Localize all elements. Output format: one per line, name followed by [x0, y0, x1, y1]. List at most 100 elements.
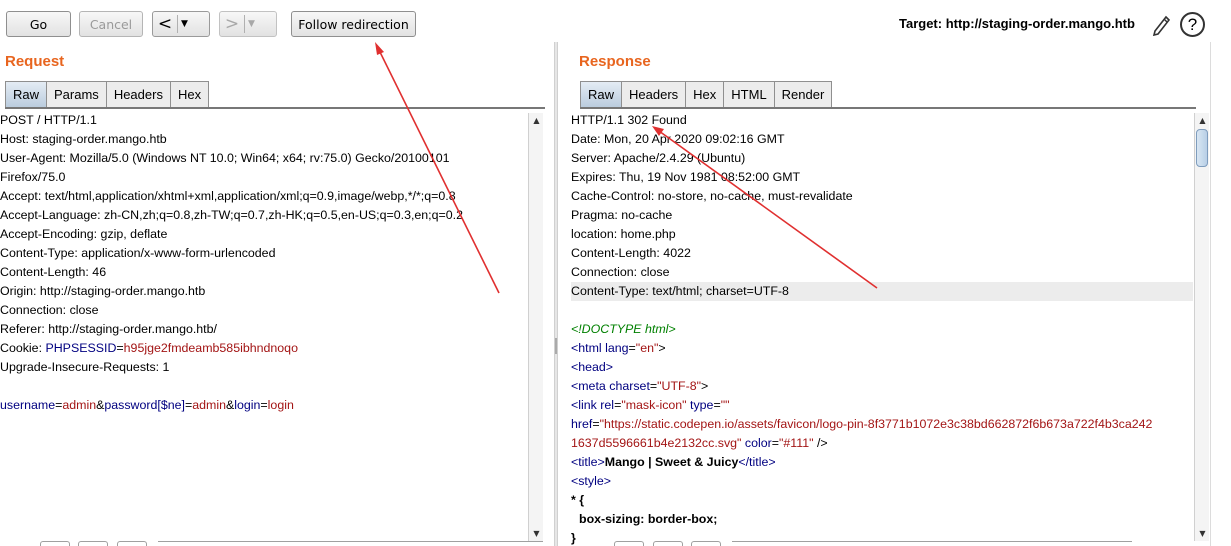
response-tab-raw[interactable]: Raw — [580, 81, 623, 108]
response-search-control[interactable] — [653, 541, 683, 546]
cancel-button[interactable]: Cancel — [79, 11, 143, 37]
param-name: login — [234, 398, 261, 412]
response-editor[interactable]: HTTP/1.1 302 Found Date: Mon, 20 Apr 202… — [571, 111, 1193, 546]
param-name: username — [0, 398, 56, 412]
response-tabs: Raw Headers Hex HTML Render — [580, 81, 833, 108]
go-button[interactable]: Go — [6, 11, 71, 37]
request-tab-params[interactable]: Params — [46, 81, 107, 108]
response-line: Content-Length: 4022 — [571, 246, 691, 260]
param-equals: = — [260, 398, 268, 412]
help-glyph: ? — [1187, 15, 1198, 34]
request-panel-title: Request — [5, 53, 65, 70]
href-value-part2: 1637d5596661b4e2132cc.svg" — [571, 436, 742, 450]
link-rel-value: "mask-icon" — [621, 398, 687, 412]
response-search-field[interactable] — [732, 541, 1132, 546]
request-body-line: username=admin&password[$ne]=admin&login… — [0, 396, 527, 415]
style-tag-line: <style> — [571, 474, 611, 488]
request-line: Connection: close — [0, 303, 99, 317]
back-arrow-icon: < — [157, 14, 173, 34]
response-tab-render[interactable]: Render — [773, 81, 833, 108]
request-search-control[interactable] — [78, 541, 108, 546]
html-attr: lang — [605, 341, 629, 355]
request-search-control[interactable] — [40, 541, 70, 546]
color-value: "#111" — [779, 436, 814, 450]
param-separator: & — [225, 398, 235, 412]
link-tag: <link — [571, 398, 597, 412]
response-line: Connection: close — [571, 265, 670, 279]
self-close: /> — [813, 436, 828, 450]
edit-target-pencil-icon[interactable] — [1151, 12, 1173, 36]
request-line: Content-Type: application/x-www-form-url… — [0, 246, 276, 260]
request-line: Accept-Language: zh-CN,zh;q=0.8,zh-TW;q=… — [0, 208, 463, 222]
request-line: Firefox/75.0 — [0, 170, 66, 184]
link-href-line: href="https://static.codepen.io/assets/f… — [571, 417, 1153, 431]
cancel-button-label: Cancel — [89, 16, 133, 32]
html-tag-line: <html lang="en"> — [571, 341, 666, 355]
request-line: POST / HTTP/1.1 — [0, 113, 97, 127]
html-attr-value: "en" — [635, 341, 659, 355]
forward-history-dropdown-icon[interactable]: ▼ — [244, 15, 258, 33]
link-rel-attr: rel — [600, 398, 615, 412]
burp-repeater-window: Go Cancel < ▼ > ▼ Follow redirection Tar… — [0, 0, 1231, 546]
request-editor[interactable]: POST / HTTP/1.1 Host: staging-order.mang… — [0, 111, 527, 415]
request-tab-headers[interactable]: Headers — [105, 81, 171, 108]
html-tag: <html — [571, 341, 602, 355]
response-tab-html[interactable]: HTML — [723, 81, 775, 108]
cookie-value: h95jge2fmdeamb585ibhndnoqo — [123, 341, 298, 355]
follow-redirection-label: Follow redirection — [298, 16, 409, 32]
back-history-dropdown-icon[interactable]: ▼ — [177, 15, 191, 33]
color-attr: color — [744, 436, 772, 450]
response-line: Pragma: no-cache — [571, 208, 673, 222]
help-icon[interactable]: ? — [1180, 12, 1205, 37]
request-line: Origin: http://staging-order.mango.htb — [0, 284, 206, 298]
response-line: Expires: Thu, 19 Nov 1981 08:52:00 GMT — [571, 170, 801, 184]
follow-redirection-button[interactable]: Follow redirection — [291, 11, 416, 37]
right-edge-strip — [1210, 42, 1231, 546]
response-tab-headers[interactable]: Headers — [621, 81, 687, 108]
scroll-down-arrow-icon[interactable]: ▼ — [529, 526, 544, 541]
back-button[interactable]: < ▼ — [152, 11, 210, 37]
response-line: Server: Apache/2.4.29 (Ubuntu) — [571, 151, 746, 165]
title-tag-line: <title>Mango | Sweet & Juicy</title> — [571, 453, 1193, 472]
forward-button[interactable]: > ▼ — [219, 11, 277, 37]
request-tab-raw[interactable]: Raw — [5, 81, 48, 108]
response-line-highlighted: Content-Type: text/html; charset=UTF-8 — [571, 282, 1193, 301]
response-search-control[interactable] — [614, 541, 644, 546]
link-href-cont-line: 1637d5596661b4e2132cc.svg" color="#111" … — [571, 436, 828, 450]
request-line: User-Agent: Mozilla/5.0 (Windows NT 10.0… — [0, 151, 450, 165]
request-tab-hex[interactable]: Hex — [169, 81, 210, 108]
href-value-part1: "https://static.codepen.io/assets/favico… — [599, 417, 1153, 431]
meta-tag: <meta — [571, 379, 606, 393]
response-vertical-scrollbar[interactable]: ▲ ▼ — [1194, 113, 1209, 541]
link-type-value: "" — [720, 398, 730, 412]
response-blank-line — [571, 301, 1193, 320]
request-line: Upgrade-Insecure-Requests: 1 — [0, 360, 170, 374]
splitter-grip[interactable] — [555, 338, 557, 354]
request-search-field[interactable] — [158, 541, 543, 546]
css-rule-line: box-sizing: border-box; — [579, 512, 718, 526]
request-search-control[interactable] — [117, 541, 147, 546]
request-line: Accept: text/html,application/xhtml+xml,… — [0, 189, 456, 203]
scroll-up-arrow-icon[interactable]: ▲ — [1195, 113, 1210, 128]
cookie-equals: = — [116, 341, 124, 355]
request-line: Content-Length: 46 — [0, 265, 107, 279]
response-search-control[interactable] — [691, 541, 721, 546]
response-tab-hex[interactable]: Hex — [685, 81, 725, 108]
response-line: HTTP/1.1 302 Found — [571, 113, 687, 127]
scroll-down-arrow-icon[interactable]: ▼ — [1195, 526, 1210, 541]
request-vertical-scrollbar[interactable]: ▲ ▼ — [528, 113, 543, 541]
target-label: Target: http://staging-order.mango.htb — [899, 16, 1135, 31]
request-line: Host: staging-order.mango.htb — [0, 132, 167, 146]
scroll-thumb[interactable] — [1196, 129, 1208, 167]
response-line: Cache-Control: no-store, no-cache, must-… — [571, 189, 853, 203]
request-line: Referer: http://staging-order.mango.htb/ — [0, 322, 217, 336]
scroll-up-arrow-icon[interactable]: ▲ — [529, 113, 544, 128]
request-blank-line — [0, 377, 527, 396]
meta-attr-value: "UTF-8" — [657, 379, 702, 393]
cookie-name: PHPSESSID — [45, 341, 117, 355]
css-selector-line: * { — [571, 493, 585, 507]
param-value: admin — [62, 398, 97, 412]
request-tabs: Raw Params Headers Hex — [5, 81, 210, 108]
link-type-attr: type — [690, 398, 714, 412]
panel-splitter[interactable] — [554, 42, 558, 546]
